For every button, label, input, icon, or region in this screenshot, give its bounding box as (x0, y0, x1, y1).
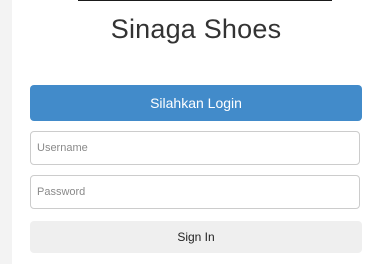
login-banner: Silahkan Login (30, 85, 362, 121)
username-input[interactable] (30, 131, 360, 165)
password-input[interactable] (30, 175, 360, 209)
app-title: Sinaga Shoes (110, 14, 282, 44)
top-divider (78, 0, 332, 1)
sign-in-button[interactable]: Sign In (30, 221, 362, 253)
